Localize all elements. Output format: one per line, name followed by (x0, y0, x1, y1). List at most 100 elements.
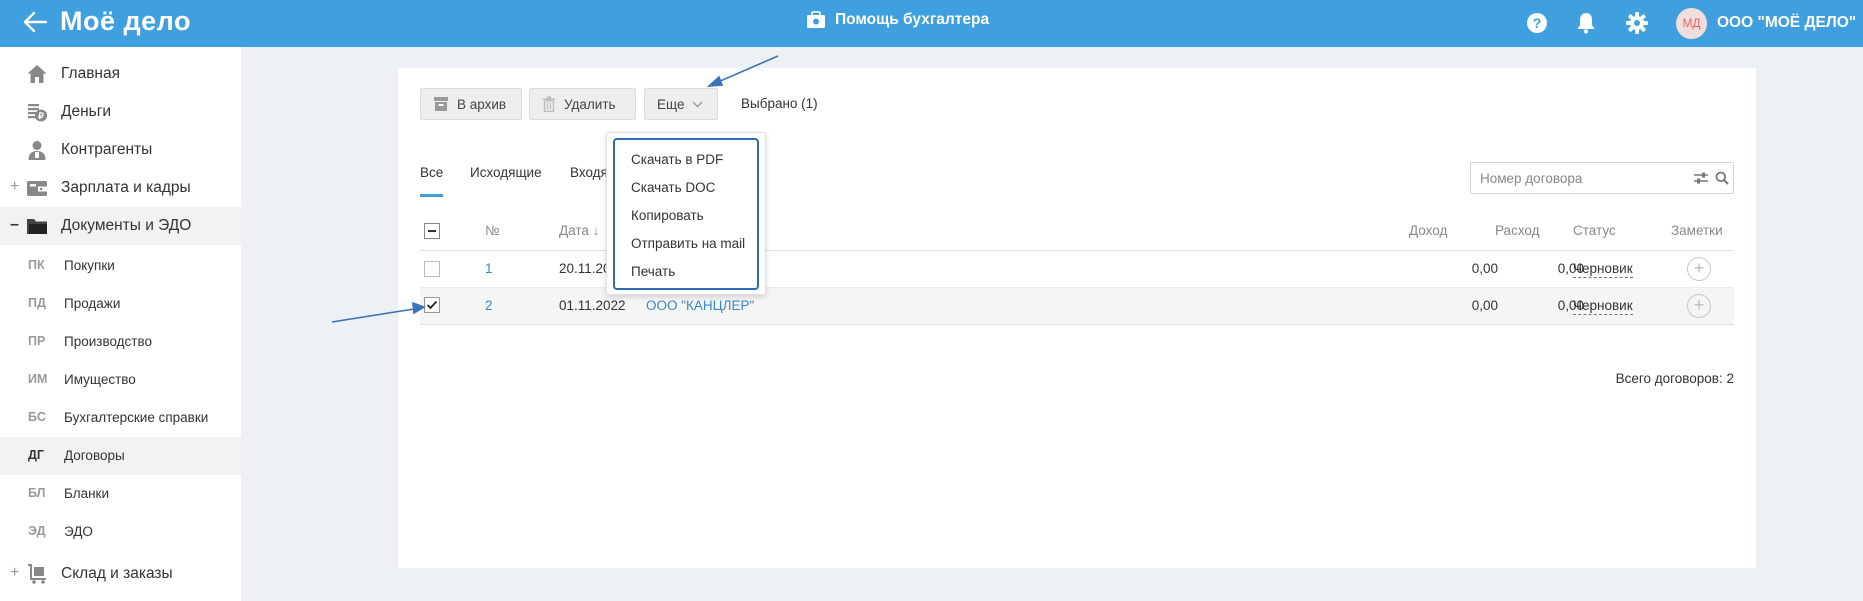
subitem-abbr: ПК (28, 258, 45, 272)
svg-text:?: ? (1533, 15, 1542, 31)
money-icon: ₽ (28, 104, 47, 122)
expand-sign: + (10, 178, 20, 195)
collapse-sign: – (10, 216, 19, 233)
subitem-abbr: ДГ (28, 448, 44, 462)
menu-item-copy[interactable]: Копировать (631, 208, 704, 223)
select-all-checkbox[interactable] (424, 223, 440, 239)
subitem-label: Продажи (64, 296, 121, 311)
bell-icon[interactable] (1574, 11, 1598, 35)
tab-incoming[interactable]: Входя (570, 165, 608, 197)
contract-date: 01.11.2022 (559, 298, 626, 313)
add-note-button[interactable]: + (1687, 257, 1711, 281)
column-header-income: Доход (1409, 223, 1448, 238)
sidebar-item-label: Склад и заказы (61, 565, 173, 582)
row-divider (420, 324, 1734, 325)
folder-icon (27, 219, 47, 234)
status-badge[interactable]: Черновик (1573, 261, 1633, 278)
contract-number-link[interactable]: 2 (485, 298, 493, 313)
row-checkbox-checked[interactable] (424, 297, 440, 313)
counterparty-link[interactable]: ООО "КАНЦЛЕР" (646, 298, 754, 313)
chevron-down-icon (692, 101, 703, 107)
subitem-label: Бухгалтерские справки (64, 410, 209, 425)
filter-sliders-icon[interactable] (1693, 171, 1709, 185)
column-header-notes: Заметки (1671, 223, 1723, 238)
organization-name[interactable]: ООО "МОЁ ДЕЛО" (1717, 14, 1856, 32)
sidebar-subitem-purchases[interactable]: ПК Покупки (0, 247, 241, 285)
archive-button[interactable]: В архив (420, 88, 522, 120)
contract-income: 0,00 (1471, 298, 1498, 313)
contracts-panel: В архив Удалить Еще Выбрано (1) Все Исхо… (398, 68, 1756, 568)
row-checkbox[interactable] (424, 261, 440, 277)
briefcase-icon (807, 11, 825, 28)
status-badge[interactable]: Черновик (1573, 298, 1633, 315)
archive-button-label: В архив (457, 96, 507, 112)
search-icon[interactable] (1715, 171, 1729, 185)
subitem-label: Бланки (64, 486, 109, 501)
sidebar-subitem-sales[interactable]: ПД Продажи (0, 285, 241, 323)
sidebar-subitem-accounting-notes[interactable]: БС Бухгалтерские справки (0, 399, 241, 437)
trash-icon (543, 96, 555, 112)
total-contracts: Всего договоров: 2 (1615, 371, 1734, 386)
help-center-link[interactable]: Помощь бухгалтера (806, 10, 989, 30)
sidebar-subitem-property[interactable]: ИМ Имущество (0, 361, 241, 399)
user-icon (28, 141, 46, 160)
subitem-abbr: ИМ (28, 372, 48, 386)
sidebar-item-documents[interactable]: – Документы и ЭДО (0, 207, 241, 245)
sidebar-subitem-forms[interactable]: БЛ Бланки (0, 475, 241, 513)
help-center-label: Помощь бухгалтера (835, 11, 990, 28)
sidebar-item-warehouse[interactable]: + Склад и заказы (0, 555, 241, 593)
add-note-button[interactable]: + (1687, 294, 1711, 318)
menu-item-download-pdf[interactable]: Скачать в PDF (631, 152, 723, 167)
sidebar-item-money[interactable]: ₽ Деньги (0, 93, 241, 131)
sidebar-item-home[interactable]: Главная (0, 55, 241, 93)
more-actions-dropdown: Скачать в PDF Скачать DOC Копировать Отп… (606, 132, 766, 295)
more-button[interactable]: Еще (644, 88, 718, 120)
sidebar-subitem-contracts[interactable]: ДГ Договоры (0, 437, 241, 475)
contract-search (1470, 162, 1734, 194)
help-icon[interactable]: ? (1525, 11, 1549, 35)
gear-icon[interactable] (1625, 11, 1649, 35)
contract-number-link[interactable]: 1 (485, 261, 493, 276)
contract-income: 0,00 (1471, 261, 1498, 276)
subitem-label: Договоры (64, 448, 125, 463)
sidebar-item-label: Деньги (61, 103, 112, 120)
app-logo[interactable]: Моё дело (60, 6, 191, 37)
sidebar-subitem-edo[interactable]: ЭД ЭДО (0, 513, 241, 551)
tab-all[interactable]: Все (420, 165, 444, 197)
column-header-number: № (485, 223, 500, 238)
subitem-abbr: ЭД (28, 524, 46, 538)
back-arrow-icon[interactable] (22, 8, 48, 36)
sidebar: Главная ₽ Деньги Контрагенты + Зарплата … (0, 47, 241, 601)
selected-count: Выбрано (1) (741, 96, 818, 111)
sidebar-item-label: Документы и ЭДО (61, 217, 192, 234)
column-header-date[interactable]: Дата ↓ (559, 223, 599, 238)
menu-item-download-doc[interactable]: Скачать DOC (631, 180, 715, 195)
sidebar-item-label: Зарплата и кадры (61, 179, 191, 196)
more-button-label: Еще (657, 96, 685, 112)
top-header: Моё дело Помощь бухгалтера ? МД ООО "МОЁ (0, 0, 1863, 47)
checkmark-icon (426, 300, 438, 310)
column-header-expense: Расход (1495, 223, 1540, 238)
sidebar-item-salary[interactable]: + Зарплата и кадры (0, 169, 241, 207)
subitem-abbr: ПД (28, 296, 46, 310)
sidebar-item-label: Контрагенты (61, 141, 153, 158)
sidebar-item-contractors[interactable]: Контрагенты (0, 131, 241, 169)
subitem-abbr: БЛ (28, 486, 46, 500)
warehouse-cart-icon (28, 564, 46, 584)
subitem-label: Покупки (64, 258, 115, 273)
avatar[interactable]: МД (1676, 8, 1707, 39)
home-icon (27, 65, 47, 83)
subitem-label: ЭДО (64, 524, 93, 539)
menu-item-print[interactable]: Печать (631, 264, 675, 279)
sidebar-item-label: Главная (61, 65, 120, 82)
subitem-label: Производство (64, 334, 153, 349)
contract-number-input[interactable] (1471, 163, 1681, 193)
tab-outgoing[interactable]: Исходящие (470, 165, 542, 197)
indeterminate-mark (428, 230, 436, 232)
column-header-status: Статус (1573, 223, 1616, 238)
contract-date: 20.11.20 (559, 261, 611, 276)
sidebar-subitem-production[interactable]: ПР Производство (0, 323, 241, 361)
wallet-icon (27, 181, 47, 196)
delete-button[interactable]: Удалить (529, 88, 636, 120)
menu-item-send-mail[interactable]: Отправить на mail (631, 236, 745, 251)
